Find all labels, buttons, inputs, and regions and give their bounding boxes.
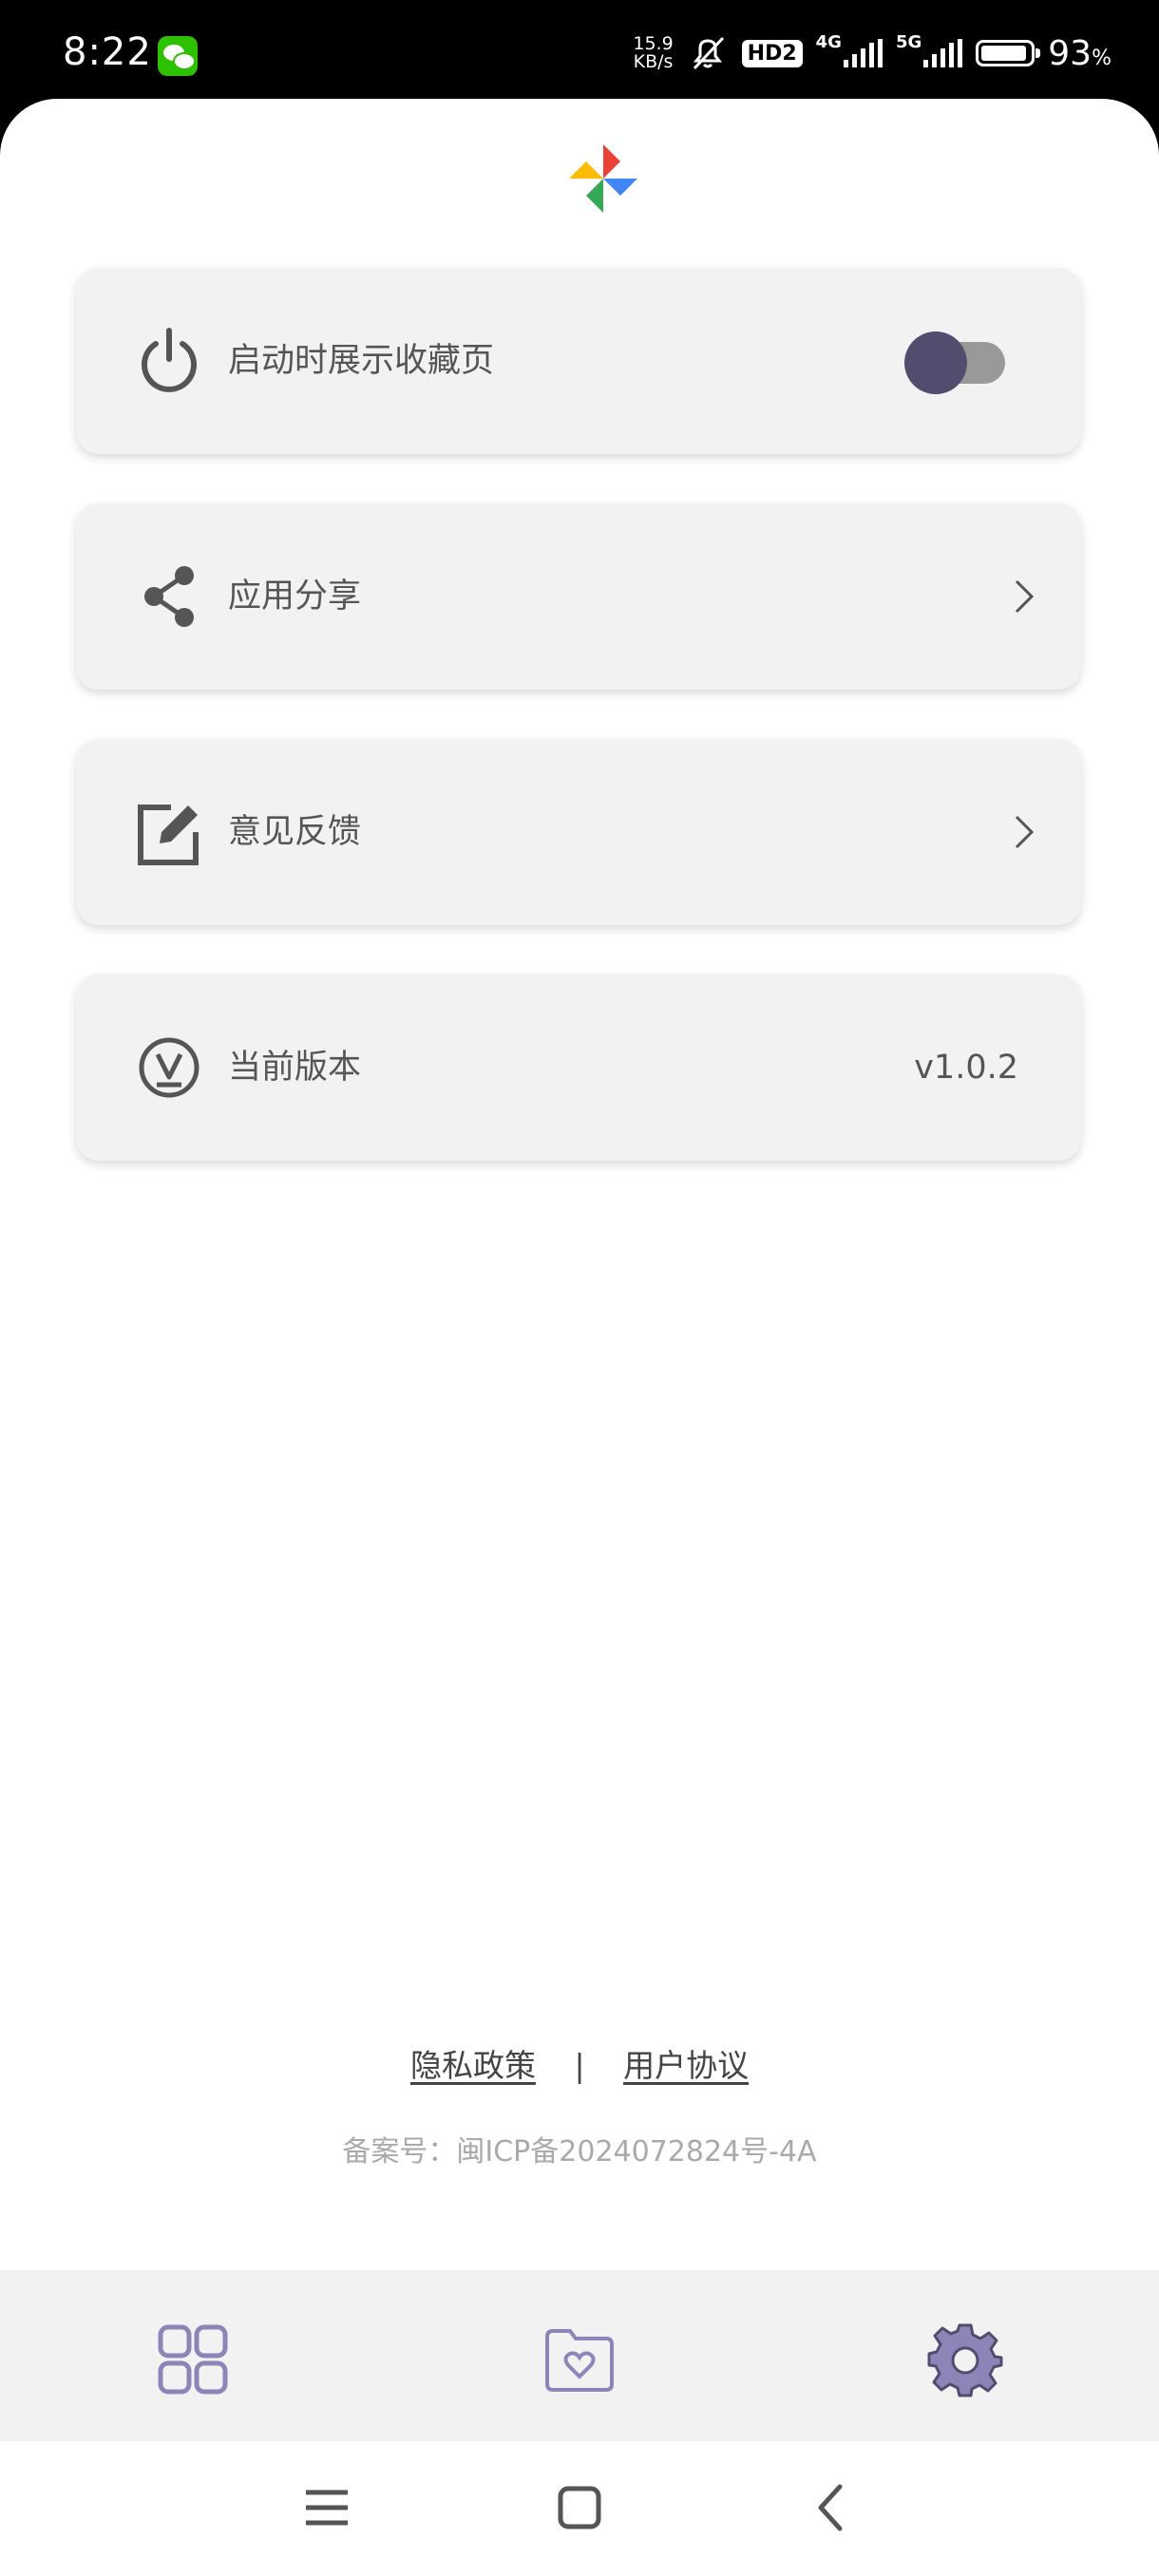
feedback-label: 意见反馈 [228,813,362,851]
favorite-folder-icon[interactable] [542,2321,618,2397]
chevron-right-icon [1015,815,1035,849]
wechat-notification-icon [158,36,198,76]
icp-record: 备案号：闽ICP备2024072824号-4A [342,2135,817,2169]
signal-4g-icon [843,39,883,67]
startup-favorites-label: 启动时展示收藏页 [228,342,495,380]
home-icon[interactable] [551,2479,608,2536]
system-navigation-bar [0,2441,1159,2576]
status-bar: 8:22 15.9 KB/s HD2 4G 5G 93% [0,0,1159,104]
grid-icon[interactable] [155,2321,231,2397]
version-label: 当前版本 [228,1049,362,1087]
version-icon [139,1037,200,1098]
share-icon [144,566,194,627]
share-app-item[interactable]: 应用分享 [76,503,1081,690]
user-agreement-link[interactable]: 用户协议 [623,2047,749,2084]
status-icons: 15.9 KB/s HD2 4G 5G 93% [633,25,1112,82]
status-time: 8:22 [63,30,152,74]
version-item: 当前版本 v1.0.2 [76,975,1081,1161]
network-5g-label: 5G [895,31,922,52]
gear-icon[interactable] [927,2321,1003,2397]
link-separator: | [574,2047,585,2084]
footer-links: 隐私政策 | 用户协议 [0,2040,1159,2086]
battery-icon [976,40,1041,66]
edit-icon [138,805,199,865]
power-icon [142,328,197,392]
app-logo-pinwheel-icon [569,144,637,213]
startup-favorites-toggle[interactable] [904,331,1005,394]
bottom-tab-bar [0,2270,1159,2441]
network-4g-label: 4G [815,31,842,52]
settings-page: 启动时展示收藏页 应用分享 意见反馈 当前版本 v1.0.2 隐私政策 | 用户… [0,99,1159,2274]
back-icon[interactable] [804,2479,861,2536]
signal-5g-icon [923,39,963,67]
battery-percent: 93% [1048,33,1112,73]
network-speed: 15.9 KB/s [633,33,674,72]
privacy-policy-link[interactable]: 隐私政策 [410,2047,536,2084]
toggle-knob [904,331,967,394]
menu-icon[interactable] [298,2479,355,2536]
chevron-right-icon [1015,579,1035,614]
mute-bell-icon [693,36,724,70]
version-value: v1.0.2 [914,1049,1018,1087]
hd-voice-badge: HD2 [741,39,803,67]
share-app-label: 应用分享 [228,578,362,616]
feedback-item[interactable]: 意见反馈 [76,739,1081,925]
startup-favorites-setting: 启动时展示收藏页 [76,268,1081,454]
